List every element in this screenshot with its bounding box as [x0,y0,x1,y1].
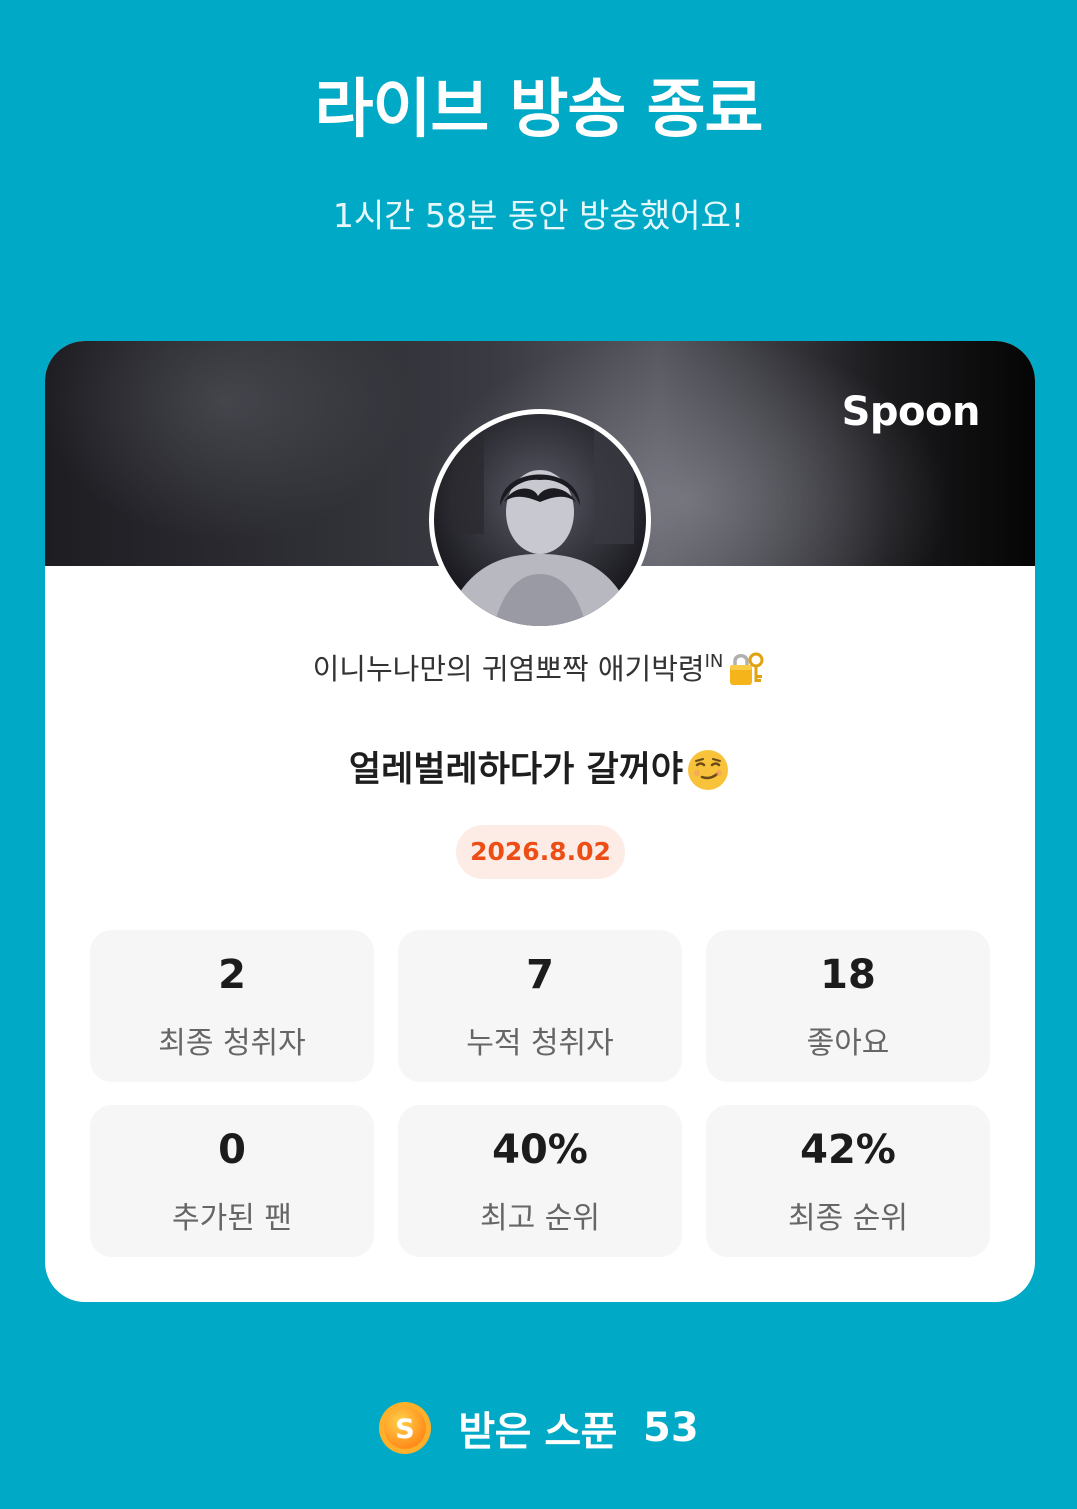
stats-grid: 2 최종 청취자 7 누적 청취자 18 좋아요 0 추가된 팬 40% 최고 … [90,930,990,1257]
stat-label: 최고 순위 [480,1201,600,1236]
stat-new-fans: 0 추가된 팬 [90,1105,374,1257]
live-title-text: 얼레벌레하다가 갈꺼야 [348,750,684,790]
stat-value: 0 [218,1127,246,1173]
page-title: 라이브 방송 종료 [314,73,764,147]
stat-value: 40% [492,1127,588,1173]
stat-total-listeners: 7 누적 청취자 [398,930,682,1082]
stat-value: 2 [218,952,246,998]
stat-value: 42% [800,1127,896,1173]
stat-label: 최종 순위 [788,1201,908,1236]
coin-letter: S [396,1414,415,1445]
stat-final-listeners: 2 최종 청취자 [90,930,374,1082]
received-spoons: S 받은 스푼 53 [0,1398,1077,1458]
stat-label: 누적 청취자 [466,1026,614,1061]
avatar[interactable] [429,409,651,631]
broadcast-summary-card: Spoon 이니누나만의 귀염뽀짝 애기박령 IN 얼레벌레하다가 갈꺼야 20… [45,341,1035,1302]
stat-best-rank: 40% 최고 순위 [398,1105,682,1257]
broadcast-date-badge: 2026.8.02 [456,825,625,879]
received-spoons-count: 53 [642,1405,699,1451]
stat-value: 7 [526,952,554,998]
nickname-text: 이니누나만의 귀염뽀짝 애기박령 [312,652,705,686]
stat-label: 추가된 팬 [172,1201,292,1236]
received-spoons-label: 받은 스푼 [458,1409,617,1455]
dj-nickname: 이니누나만의 귀염뽀짝 애기박령 IN [45,646,1035,692]
live-title: 얼레벌레하다가 갈꺼야 [45,745,1035,795]
broadcast-duration: 1시간 58분 동안 방송했어요! [332,196,745,235]
stat-likes: 18 좋아요 [706,930,990,1082]
nickname-suffix: IN [704,651,724,672]
lock-with-key-icon [730,652,764,685]
stat-label: 최종 청취자 [158,1026,306,1061]
smirking-face-icon [688,750,729,790]
spoon-coin-icon: S [379,1402,432,1454]
stat-label: 좋아요 [806,1026,890,1061]
stat-value: 18 [820,952,876,998]
stat-final-rank: 42% 최종 순위 [706,1105,990,1257]
spoon-logo: Spoon [841,389,981,435]
avatar-image [434,414,646,626]
